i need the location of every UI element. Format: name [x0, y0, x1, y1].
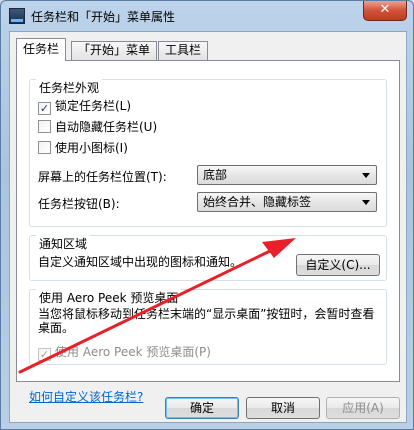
aero-peek-group: 使用 Aero Peek 预览桌面 当您将鼠标移动到任务栏末端的“显示桌面”按钮…	[29, 289, 387, 365]
tab-start-menu[interactable]: 「开始」菜单	[71, 41, 158, 60]
apply-button[interactable]: 应用(A)	[326, 397, 400, 419]
window-title: 任务栏和「开始」菜单属性	[31, 10, 176, 24]
ok-button[interactable]: 确定	[165, 397, 239, 419]
aero-peek-description: 当您将鼠标移动到任务栏末端的“显示桌面”按钮时，会暂时查看桌面。	[38, 307, 375, 335]
notification-group-title: 通知区域	[36, 235, 91, 252]
position-select[interactable]: 底部	[197, 165, 377, 185]
buttons-label: 任务栏按钮(B):	[38, 197, 120, 211]
lock-taskbar-checkmark[interactable]: ✓	[38, 102, 51, 115]
aero-peek-group-title: 使用 Aero Peek 预览桌面	[36, 289, 182, 306]
taskbar-icon	[9, 8, 25, 24]
chevron-down-icon	[362, 200, 370, 205]
aero-peek-label: 使用 Aero Peek 预览桌面(P)	[55, 345, 211, 359]
tab-toolbars[interactable]: 工具栏	[158, 41, 209, 60]
tab-taskbar[interactable]: 任务栏	[16, 38, 67, 61]
auto-hide-checkmark[interactable]	[38, 120, 51, 133]
buttons-select-value: 始终合并、隐藏标签	[203, 195, 312, 209]
position-select-value: 底部	[203, 168, 228, 182]
appearance-group: 任务栏外观 ✓ 锁定任务栏(L) 自动隐藏任务栏(U) 使用小图标(I) 屏幕上的…	[29, 79, 387, 227]
lock-taskbar-checkbox[interactable]: ✓ 锁定任务栏(L)	[38, 98, 132, 115]
taskbar-tab-panel: 任务栏外观 ✓ 锁定任务栏(L) 自动隐藏任务栏(U) 使用小图标(I) 屏幕上的…	[16, 60, 400, 404]
aero-peek-checkmark[interactable]: ✓	[38, 348, 51, 361]
customize-button[interactable]: 自定义(C)...	[296, 254, 380, 276]
small-icons-label: 使用小图标(I)	[55, 141, 128, 155]
close-button[interactable]: ✕	[363, 1, 407, 21]
dialog-content: 任务栏 「开始」菜单 工具栏 任务栏外观 ✓ 锁定任务栏(L) 自动隐藏任务栏(U…	[9, 31, 407, 423]
lock-taskbar-label: 锁定任务栏(L)	[55, 99, 132, 113]
properties-window: 任务栏和「开始」菜单属性 ✕ 任务栏 「开始」菜单 工具栏 任务栏外观 ✓ 锁定任…	[0, 0, 414, 430]
notification-group: 通知区域 自定义通知区域中出现的图标和通知。 自定义(C)...	[29, 235, 387, 281]
help-link[interactable]: 如何自定义该任务栏?	[29, 388, 143, 405]
buttons-select[interactable]: 始终合并、隐藏标签	[197, 192, 377, 212]
auto-hide-label: 自动隐藏任务栏(U)	[55, 120, 158, 134]
title-bar[interactable]: 任务栏和「开始」菜单属性 ✕	[1, 1, 413, 31]
chevron-down-icon	[362, 173, 370, 178]
position-label: 屏幕上的任务栏位置(T):	[38, 170, 167, 184]
aero-peek-checkbox[interactable]: ✓ 使用 Aero Peek 预览桌面(P)	[38, 344, 211, 361]
small-icons-checkbox[interactable]: 使用小图标(I)	[38, 140, 128, 156]
small-icons-checkmark[interactable]	[38, 141, 51, 154]
notification-description: 自定义通知区域中出现的图标和通知。	[38, 255, 243, 269]
cancel-button[interactable]: 取消	[246, 397, 320, 419]
appearance-group-title: 任务栏外观	[36, 79, 103, 96]
auto-hide-checkbox[interactable]: 自动隐藏任务栏(U)	[38, 119, 157, 135]
